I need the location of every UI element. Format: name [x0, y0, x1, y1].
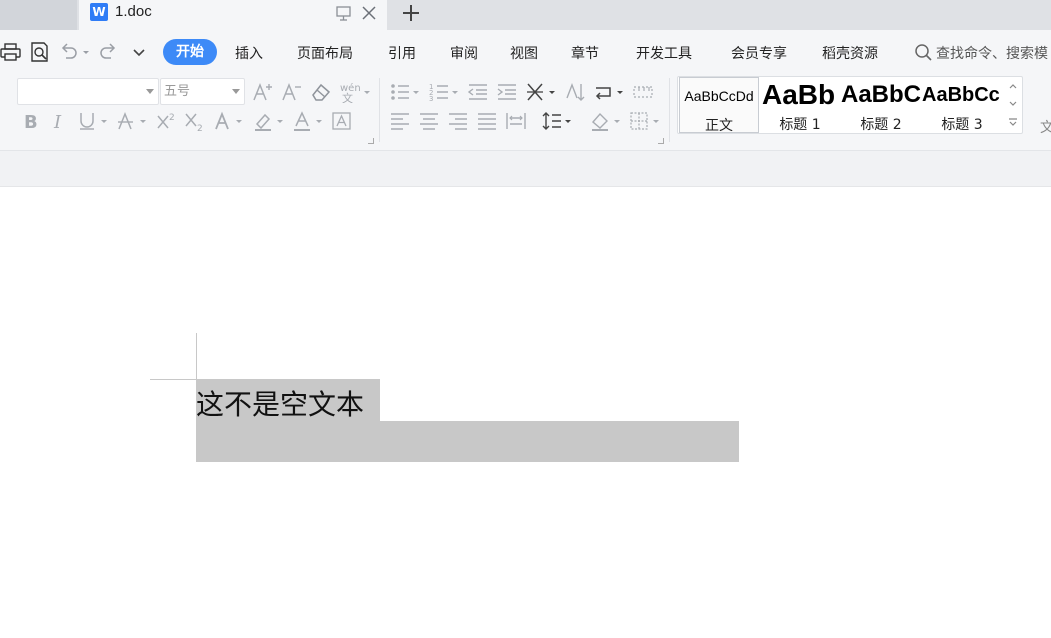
- print-preview-icon[interactable]: [29, 41, 51, 63]
- style-sample: AaBbC: [841, 81, 921, 108]
- text-effects-icon[interactable]: [213, 110, 247, 132]
- chevron-up-icon[interactable]: [1004, 78, 1022, 94]
- margin-marker-horizontal: [150, 379, 196, 380]
- pin-window-icon[interactable]: [335, 4, 353, 22]
- redo-icon[interactable]: [97, 41, 119, 63]
- tab-review[interactable]: 审阅: [450, 43, 478, 63]
- tab-insert[interactable]: 插入: [235, 43, 263, 63]
- shading-icon[interactable]: [590, 110, 624, 132]
- tab-member[interactable]: 会员专享: [731, 43, 787, 63]
- style-label: 标题 2: [860, 117, 902, 133]
- shrink-font-icon[interactable]: [281, 81, 303, 103]
- font-name-combo[interactable]: [17, 78, 159, 105]
- undo-dropdown-icon[interactable]: [80, 41, 92, 63]
- style-label: 标题 3: [941, 117, 983, 133]
- plus-icon[interactable]: [400, 2, 422, 24]
- chevron-down-icon: [232, 89, 240, 94]
- decrease-indent-icon[interactable]: [467, 81, 489, 103]
- grow-font-icon[interactable]: [252, 81, 274, 103]
- tab-home[interactable]: 开始: [163, 39, 217, 65]
- styles-gallery: AaBbCcDd 正文 AaBb 标题 1 AaBbC 标题 2 AaBbCc …: [677, 76, 1023, 134]
- justify-icon[interactable]: [476, 110, 498, 132]
- chinese-layout-icon[interactable]: [525, 81, 559, 103]
- underline-icon[interactable]: [77, 110, 111, 132]
- paragraph-dialog-launcher-icon[interactable]: [658, 138, 664, 144]
- tab-bar: W 1.doc: [0, 0, 1051, 30]
- menu-bar: 开始 插入 页面布局 引用 审阅 视图 章节 开发工具 会员专享 稻壳资源 查找…: [0, 30, 1051, 74]
- style-label: 标题 1: [779, 117, 821, 133]
- numbering-icon[interactable]: 123: [428, 81, 462, 103]
- tab-view[interactable]: 视图: [510, 43, 538, 63]
- align-right-icon[interactable]: [447, 110, 469, 132]
- tab-docer-resources[interactable]: 稻壳资源: [822, 43, 878, 63]
- search-placeholder: 查找命令、搜索模: [936, 46, 1048, 62]
- svg-text:文: 文: [342, 91, 353, 103]
- strikethrough-icon[interactable]: [116, 110, 150, 132]
- line-spacing-icon[interactable]: [541, 110, 575, 132]
- style-normal[interactable]: AaBbCcDd 正文: [679, 77, 759, 133]
- style-sample: AaBbCc: [922, 84, 1000, 106]
- align-left-icon[interactable]: [389, 110, 411, 132]
- text-tools-label[interactable]: 文: [1040, 117, 1051, 137]
- subscript-icon[interactable]: 2: [184, 110, 206, 132]
- document-tab-title: 1.doc: [115, 3, 152, 20]
- word-doc-icon: W: [90, 3, 108, 21]
- styles-scroll: [1004, 78, 1022, 132]
- tab-developer[interactable]: 开发工具: [636, 43, 692, 63]
- style-sample: AaBb: [762, 79, 836, 110]
- document-tab[interactable]: W 1.doc: [79, 0, 387, 30]
- style-heading-2[interactable]: AaBbC 标题 2: [841, 77, 921, 133]
- svg-text:B: B: [24, 112, 38, 132]
- table-tools-icon[interactable]: [632, 81, 654, 103]
- style-heading-3[interactable]: AaBbCc 标题 3: [922, 77, 1002, 133]
- chevron-down-icon[interactable]: [1004, 96, 1022, 112]
- close-tab-icon[interactable]: [360, 4, 378, 22]
- font-size-combo[interactable]: 五号: [160, 78, 245, 105]
- tab-sections[interactable]: 章节: [571, 43, 599, 63]
- font-dialog-launcher-icon[interactable]: [368, 138, 374, 144]
- phonetic-guide-icon[interactable]: wén 文: [339, 81, 371, 103]
- borders-icon[interactable]: [629, 110, 663, 132]
- superscript-icon[interactable]: 2: [156, 110, 178, 132]
- character-border-icon[interactable]: [331, 110, 353, 132]
- customize-dropdown-icon[interactable]: [128, 41, 150, 63]
- text-selection-highlight: [196, 421, 739, 462]
- font-size-value: 五号: [164, 84, 191, 99]
- margin-marker-vertical: [196, 333, 197, 379]
- expand-gallery-icon[interactable]: [1004, 114, 1022, 130]
- document-text[interactable]: 这不是空文本: [196, 383, 364, 423]
- ruler-strip: [0, 151, 1051, 187]
- home-tab-stub[interactable]: [0, 0, 77, 30]
- bold-icon[interactable]: B: [21, 110, 43, 132]
- svg-text:2: 2: [197, 124, 203, 132]
- style-label: 正文: [705, 118, 733, 133]
- bullets-icon[interactable]: [389, 81, 423, 103]
- clear-formatting-icon[interactable]: [310, 81, 332, 103]
- group-divider: [669, 78, 670, 142]
- group-divider: [379, 78, 380, 142]
- sort-icon[interactable]: [564, 81, 586, 103]
- distributed-align-icon[interactable]: [505, 110, 527, 132]
- undo-icon[interactable]: [58, 41, 80, 63]
- font-color-icon[interactable]: [292, 110, 326, 132]
- align-center-icon[interactable]: [418, 110, 440, 132]
- document-canvas[interactable]: [0, 188, 1051, 638]
- style-sample: AaBbCcDd: [684, 88, 754, 104]
- tab-page-layout[interactable]: 页面布局: [297, 43, 353, 63]
- search-icon: [914, 43, 934, 63]
- print-icon[interactable]: [0, 41, 22, 63]
- svg-text:2: 2: [169, 113, 175, 123]
- chevron-down-icon: [146, 89, 154, 94]
- style-heading-1[interactable]: AaBb 标题 1: [760, 77, 840, 133]
- highlight-icon[interactable]: [253, 110, 287, 132]
- tab-references[interactable]: 引用: [388, 43, 416, 63]
- increase-indent-icon[interactable]: [496, 81, 518, 103]
- show-hide-marks-icon[interactable]: [593, 81, 627, 103]
- svg-text:3: 3: [429, 95, 433, 103]
- italic-icon[interactable]: I: [49, 110, 71, 132]
- svg-text:I: I: [53, 112, 62, 132]
